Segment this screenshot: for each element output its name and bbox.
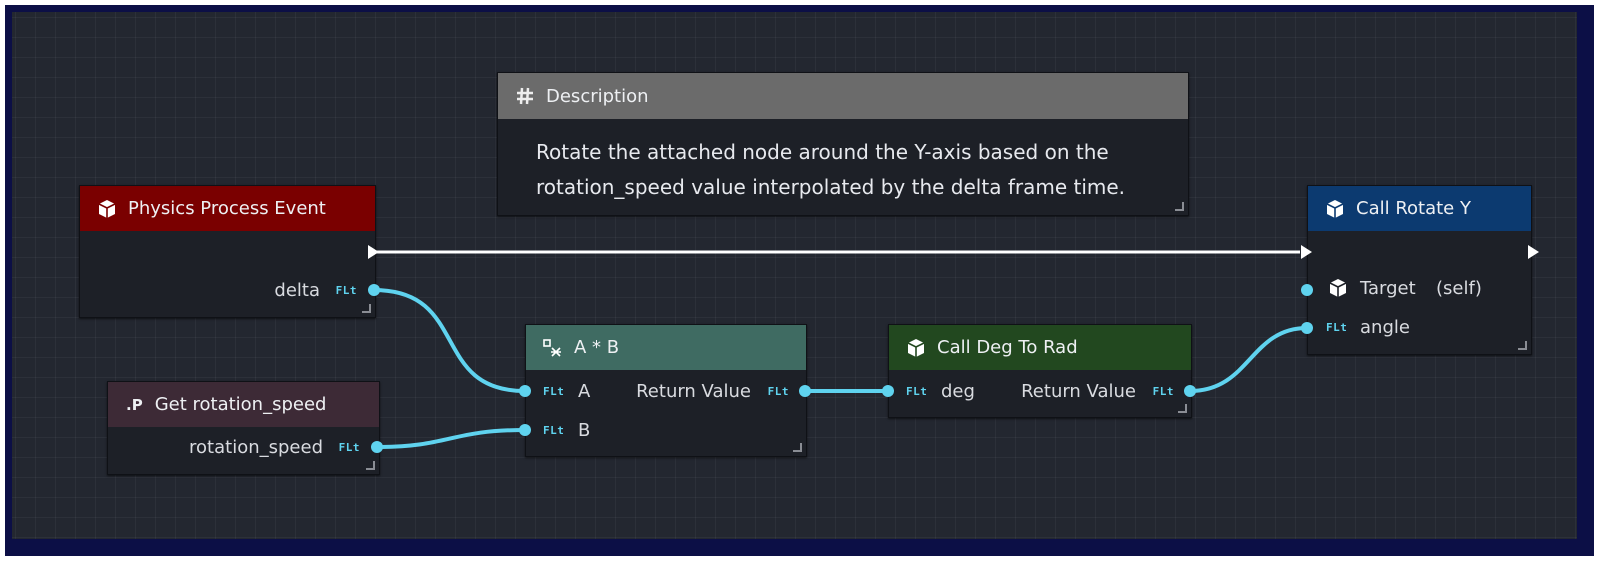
hash-icon: [514, 85, 536, 107]
deg-node-header[interactable]: Call Deg To Rad: [889, 325, 1191, 370]
rad-output-pin[interactable]: [1184, 385, 1196, 397]
input-b-label: B: [578, 420, 591, 441]
input-b-pin[interactable]: [519, 424, 531, 436]
exec-output-pin[interactable]: [368, 245, 379, 259]
float-type-icon: FLt: [543, 424, 565, 437]
angle-input-pin[interactable]: [1301, 322, 1313, 334]
get-rotation-speed-node[interactable]: .P Get rotation_speed rotation_speed FLt: [107, 381, 380, 475]
float-type-icon: FLt: [543, 385, 565, 398]
rotate-y-node[interactable]: Call Rotate Y Target (self) FLt angle: [1307, 185, 1532, 355]
resize-handle[interactable]: [1175, 202, 1184, 211]
resize-handle[interactable]: [366, 461, 375, 470]
return-value-label: Return Value: [1021, 381, 1136, 402]
multiply-node-title: A * B: [574, 337, 620, 358]
angle-label: angle: [1360, 317, 1410, 338]
target-value: (self): [1436, 278, 1482, 299]
target-label: Target: [1360, 278, 1416, 299]
float-type-icon: FLt: [1326, 321, 1348, 334]
multiply-node-header[interactable]: A * B: [526, 325, 806, 370]
multiply-node[interactable]: A * B FLt A Return Value FLt FLt B: [525, 324, 807, 457]
exec-input-pin[interactable]: [1301, 245, 1312, 259]
delta-output-pin[interactable]: [368, 284, 380, 296]
input-a-label: A: [578, 381, 591, 402]
rotate-node-header[interactable]: Call Rotate Y: [1308, 186, 1531, 231]
get-node-title: Get rotation_speed: [154, 394, 327, 415]
float-type-icon: FLt: [767, 385, 789, 398]
description-comment-node[interactable]: Description Rotate the attached node aro…: [497, 72, 1189, 216]
input-a-pin[interactable]: [519, 385, 531, 397]
deg-input-label: deg: [941, 381, 975, 402]
physics-node-header[interactable]: Physics Process Event: [80, 186, 375, 231]
cube-icon: [96, 198, 118, 220]
resize-handle[interactable]: [1178, 404, 1187, 413]
comment-text: Rotate the attached node around the Y-ax…: [536, 140, 1126, 199]
physics-node-title: Physics Process Event: [128, 198, 326, 219]
delta-label: delta: [274, 280, 320, 301]
property-icon: .P: [126, 395, 143, 414]
rotation-speed-output-pin[interactable]: [371, 441, 383, 453]
resize-handle[interactable]: [1518, 341, 1527, 350]
float-type-icon: FLt: [1152, 385, 1174, 398]
exec-output-pin[interactable]: [1528, 245, 1539, 259]
return-value-label: Return Value: [636, 381, 751, 402]
float-type-icon: FLt: [906, 385, 928, 398]
deg-to-rad-node[interactable]: Call Deg To Rad FLt deg Return Value FLt: [888, 324, 1192, 418]
comment-header[interactable]: Description: [498, 73, 1188, 119]
deg-node-title: Call Deg To Rad: [937, 337, 1078, 358]
rotate-node-title: Call Rotate Y: [1356, 198, 1471, 219]
multiply-output-pin[interactable]: [799, 385, 811, 397]
resize-handle[interactable]: [793, 443, 802, 452]
physics-process-event-node[interactable]: Physics Process Event delta FLt: [79, 185, 376, 318]
resize-handle[interactable]: [362, 304, 371, 313]
target-input-pin[interactable]: [1301, 284, 1313, 296]
cube-icon: [1328, 278, 1348, 303]
deg-input-pin[interactable]: [882, 385, 894, 397]
cube-icon: [905, 337, 927, 359]
cube-icon: [1324, 198, 1346, 220]
rotation-speed-label: rotation_speed: [189, 437, 323, 458]
math-icon: [542, 337, 564, 359]
get-node-header[interactable]: .P Get rotation_speed: [108, 382, 379, 427]
float-type-icon: FLt: [335, 284, 357, 297]
float-type-icon: FLt: [338, 441, 360, 454]
comment-title: Description: [546, 85, 649, 107]
